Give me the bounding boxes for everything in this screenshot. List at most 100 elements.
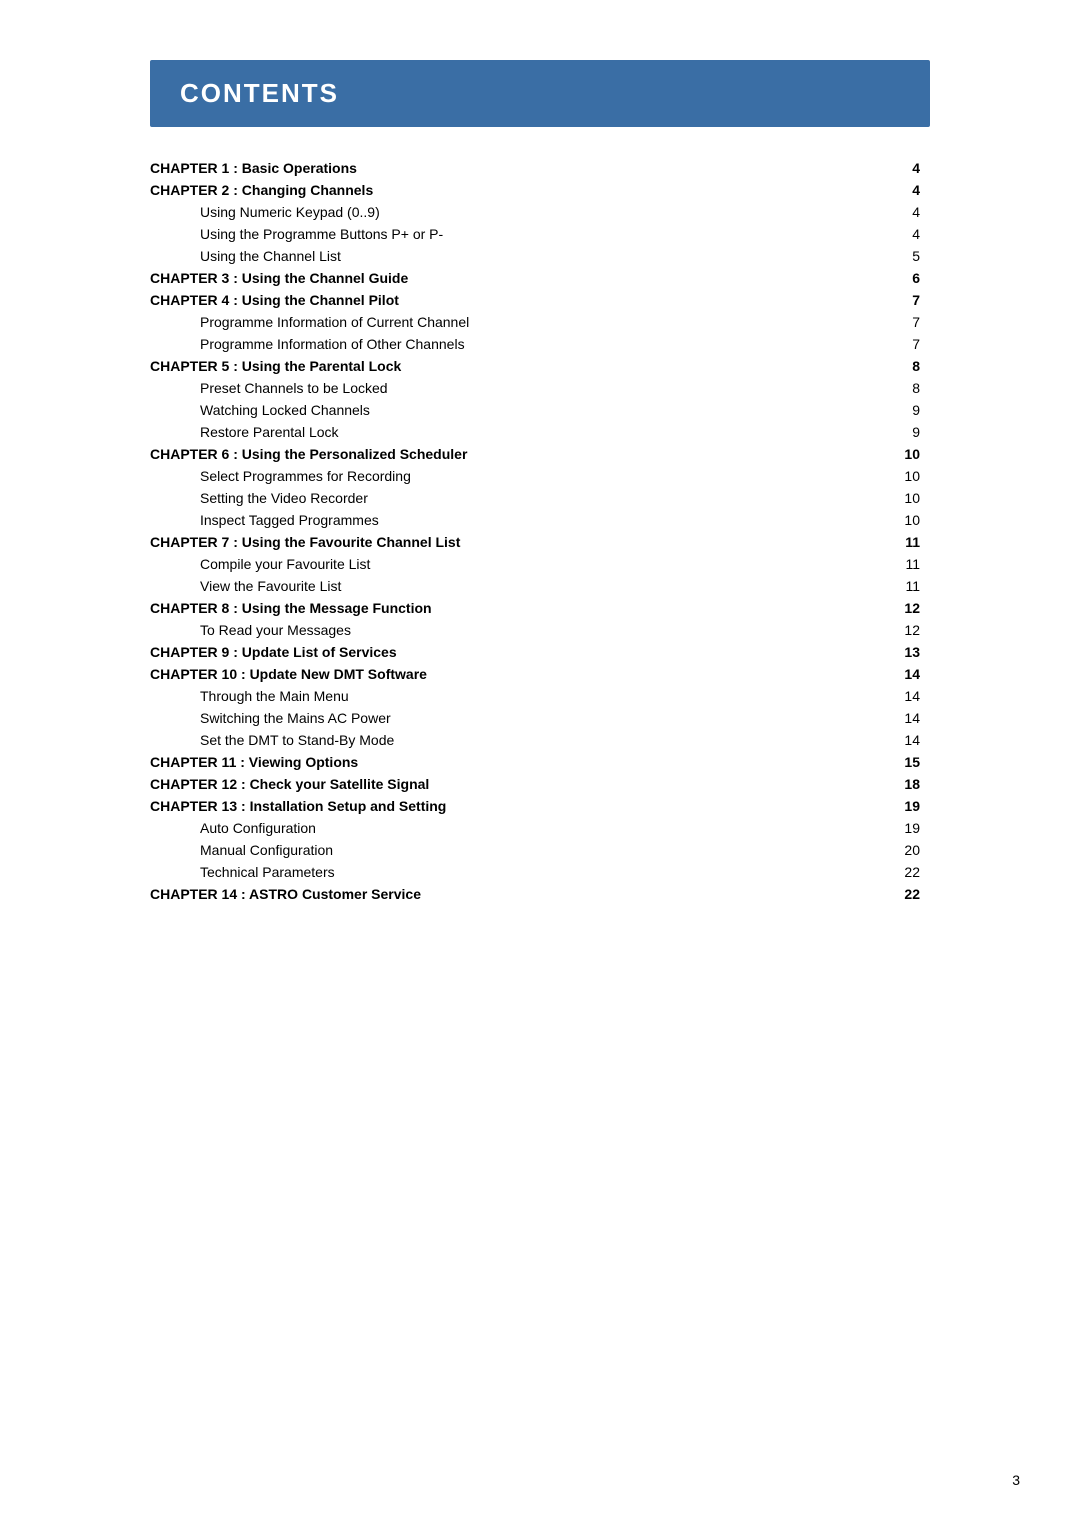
toc-page-number: 7: [863, 289, 930, 311]
toc-sub-label: To Read your Messages: [150, 619, 863, 641]
toc-sub-label: Technical Parameters: [150, 861, 863, 883]
contents-title: CONTENTS: [180, 78, 900, 109]
toc-row: CHAPTER 9 : Update List of Services13: [150, 641, 930, 663]
toc-page-number: 19: [863, 795, 930, 817]
toc-page-number: 12: [863, 597, 930, 619]
toc-row: Auto Configuration19: [150, 817, 930, 839]
toc-row: Manual Configuration20: [150, 839, 930, 861]
toc-sub-label: Compile your Favourite List: [150, 553, 863, 575]
toc-sub-label: Watching Locked Channels: [150, 399, 863, 421]
toc-sub-label: Setting the Video Recorder: [150, 487, 863, 509]
toc-page-number: 10: [863, 465, 930, 487]
toc-chapter-label: CHAPTER 10 : Update New DMT Software: [150, 663, 863, 685]
toc-row: Through the Main Menu14: [150, 685, 930, 707]
toc-page-number: 14: [863, 729, 930, 751]
toc-chapter-label: CHAPTER 11 : Viewing Options: [150, 751, 863, 773]
toc-row: CHAPTER 5 : Using the Parental Lock8: [150, 355, 930, 377]
toc-page-number: 19: [863, 817, 930, 839]
toc-sub-label: Manual Configuration: [150, 839, 863, 861]
toc-page-number: 20: [863, 839, 930, 861]
toc-chapter-label: CHAPTER 3 : Using the Channel Guide: [150, 267, 863, 289]
toc-sub-label: Preset Channels to be Locked: [150, 377, 863, 399]
toc-chapter-label: CHAPTER 5 : Using the Parental Lock: [150, 355, 863, 377]
toc-chapter-label: CHAPTER 4 : Using the Channel Pilot: [150, 289, 863, 311]
toc-page-number: 10: [863, 509, 930, 531]
toc-page-number: 14: [863, 707, 930, 729]
toc-chapter-label: CHAPTER 1 : Basic Operations: [150, 157, 863, 179]
toc-chapter-label: CHAPTER 2 : Changing Channels: [150, 179, 863, 201]
toc-page-number: 14: [863, 663, 930, 685]
toc-page-number: 11: [863, 553, 930, 575]
toc-sub-label: Programme Information of Other Channels: [150, 333, 863, 355]
toc-sub-label: Using the Channel List: [150, 245, 863, 267]
toc-row: Technical Parameters22: [150, 861, 930, 883]
toc-chapter-label: CHAPTER 6 : Using the Personalized Sched…: [150, 443, 863, 465]
toc-page-number: 9: [863, 399, 930, 421]
toc-page-number: 22: [863, 861, 930, 883]
toc-table: CHAPTER 1 : Basic Operations4CHAPTER 2 :…: [150, 157, 930, 905]
toc-row: Using the Channel List5: [150, 245, 930, 267]
toc-row: Switching the Mains AC Power14: [150, 707, 930, 729]
toc-row: CHAPTER 13 : Installation Setup and Sett…: [150, 795, 930, 817]
toc-row: CHAPTER 10 : Update New DMT Software14: [150, 663, 930, 685]
toc-row: Compile your Favourite List11: [150, 553, 930, 575]
toc-page-number: 8: [863, 355, 930, 377]
toc-row: CHAPTER 12 : Check your Satellite Signal…: [150, 773, 930, 795]
toc-row: Inspect Tagged Programmes10: [150, 509, 930, 531]
toc-sub-label: Restore Parental Lock: [150, 421, 863, 443]
toc-page-number: 13: [863, 641, 930, 663]
toc-chapter-label: CHAPTER 7 : Using the Favourite Channel …: [150, 531, 863, 553]
toc-row: Programme Information of Current Channel…: [150, 311, 930, 333]
toc-page-number: 5: [863, 245, 930, 267]
toc-row: Preset Channels to be Locked8: [150, 377, 930, 399]
toc-page-number: 4: [863, 223, 930, 245]
toc-sub-label: Using the Programme Buttons P+ or P-: [150, 223, 863, 245]
toc-page-number: 12: [863, 619, 930, 641]
toc-page-number: 10: [863, 487, 930, 509]
toc-page-number: 10: [863, 443, 930, 465]
toc-sub-label: Select Programmes for Recording: [150, 465, 863, 487]
toc-page-number: 7: [863, 311, 930, 333]
toc-chapter-label: CHAPTER 13 : Installation Setup and Sett…: [150, 795, 863, 817]
toc-sub-label: Using Numeric Keypad (0..9): [150, 201, 863, 223]
toc-row: Using Numeric Keypad (0..9)4: [150, 201, 930, 223]
toc-sub-label: Auto Configuration: [150, 817, 863, 839]
toc-row: CHAPTER 2 : Changing Channels4: [150, 179, 930, 201]
toc-page-number: 4: [863, 157, 930, 179]
toc-sub-label: Inspect Tagged Programmes: [150, 509, 863, 531]
toc-row: CHAPTER 4 : Using the Channel Pilot7: [150, 289, 930, 311]
toc-row: CHAPTER 14 : ASTRO Customer Service22: [150, 883, 930, 905]
toc-page-number: 14: [863, 685, 930, 707]
toc-row: CHAPTER 1 : Basic Operations4: [150, 157, 930, 179]
toc-row: CHAPTER 3 : Using the Channel Guide6: [150, 267, 930, 289]
toc-page-number: 9: [863, 421, 930, 443]
toc-row: CHAPTER 11 : Viewing Options15: [150, 751, 930, 773]
toc-row: CHAPTER 6 : Using the Personalized Sched…: [150, 443, 930, 465]
toc-sub-label: Set the DMT to Stand-By Mode: [150, 729, 863, 751]
page-number: 3: [1012, 1472, 1020, 1488]
toc-chapter-label: CHAPTER 8 : Using the Message Function: [150, 597, 863, 619]
toc-chapter-label: CHAPTER 14 : ASTRO Customer Service: [150, 883, 863, 905]
toc-row: Programme Information of Other Channels7: [150, 333, 930, 355]
toc-sub-label: Switching the Mains AC Power: [150, 707, 863, 729]
toc-row: Setting the Video Recorder10: [150, 487, 930, 509]
toc-page-number: 7: [863, 333, 930, 355]
toc-page-number: 15: [863, 751, 930, 773]
toc-row: CHAPTER 8 : Using the Message Function12: [150, 597, 930, 619]
toc-row: Restore Parental Lock9: [150, 421, 930, 443]
toc-sub-label: View the Favourite List: [150, 575, 863, 597]
toc-row: To Read your Messages12: [150, 619, 930, 641]
toc-row: Select Programmes for Recording10: [150, 465, 930, 487]
toc-page-number: 11: [863, 575, 930, 597]
toc-page-number: 11: [863, 531, 930, 553]
toc-page-number: 6: [863, 267, 930, 289]
toc-row: CHAPTER 7 : Using the Favourite Channel …: [150, 531, 930, 553]
toc-page-number: 4: [863, 201, 930, 223]
toc-row: Set the DMT to Stand-By Mode14: [150, 729, 930, 751]
toc-row: View the Favourite List11: [150, 575, 930, 597]
page-container: CONTENTS CHAPTER 1 : Basic Operations4CH…: [150, 0, 930, 965]
toc-sub-label: Programme Information of Current Channel: [150, 311, 863, 333]
toc-row: Watching Locked Channels9: [150, 399, 930, 421]
toc-page-number: 8: [863, 377, 930, 399]
toc-chapter-label: CHAPTER 9 : Update List of Services: [150, 641, 863, 663]
